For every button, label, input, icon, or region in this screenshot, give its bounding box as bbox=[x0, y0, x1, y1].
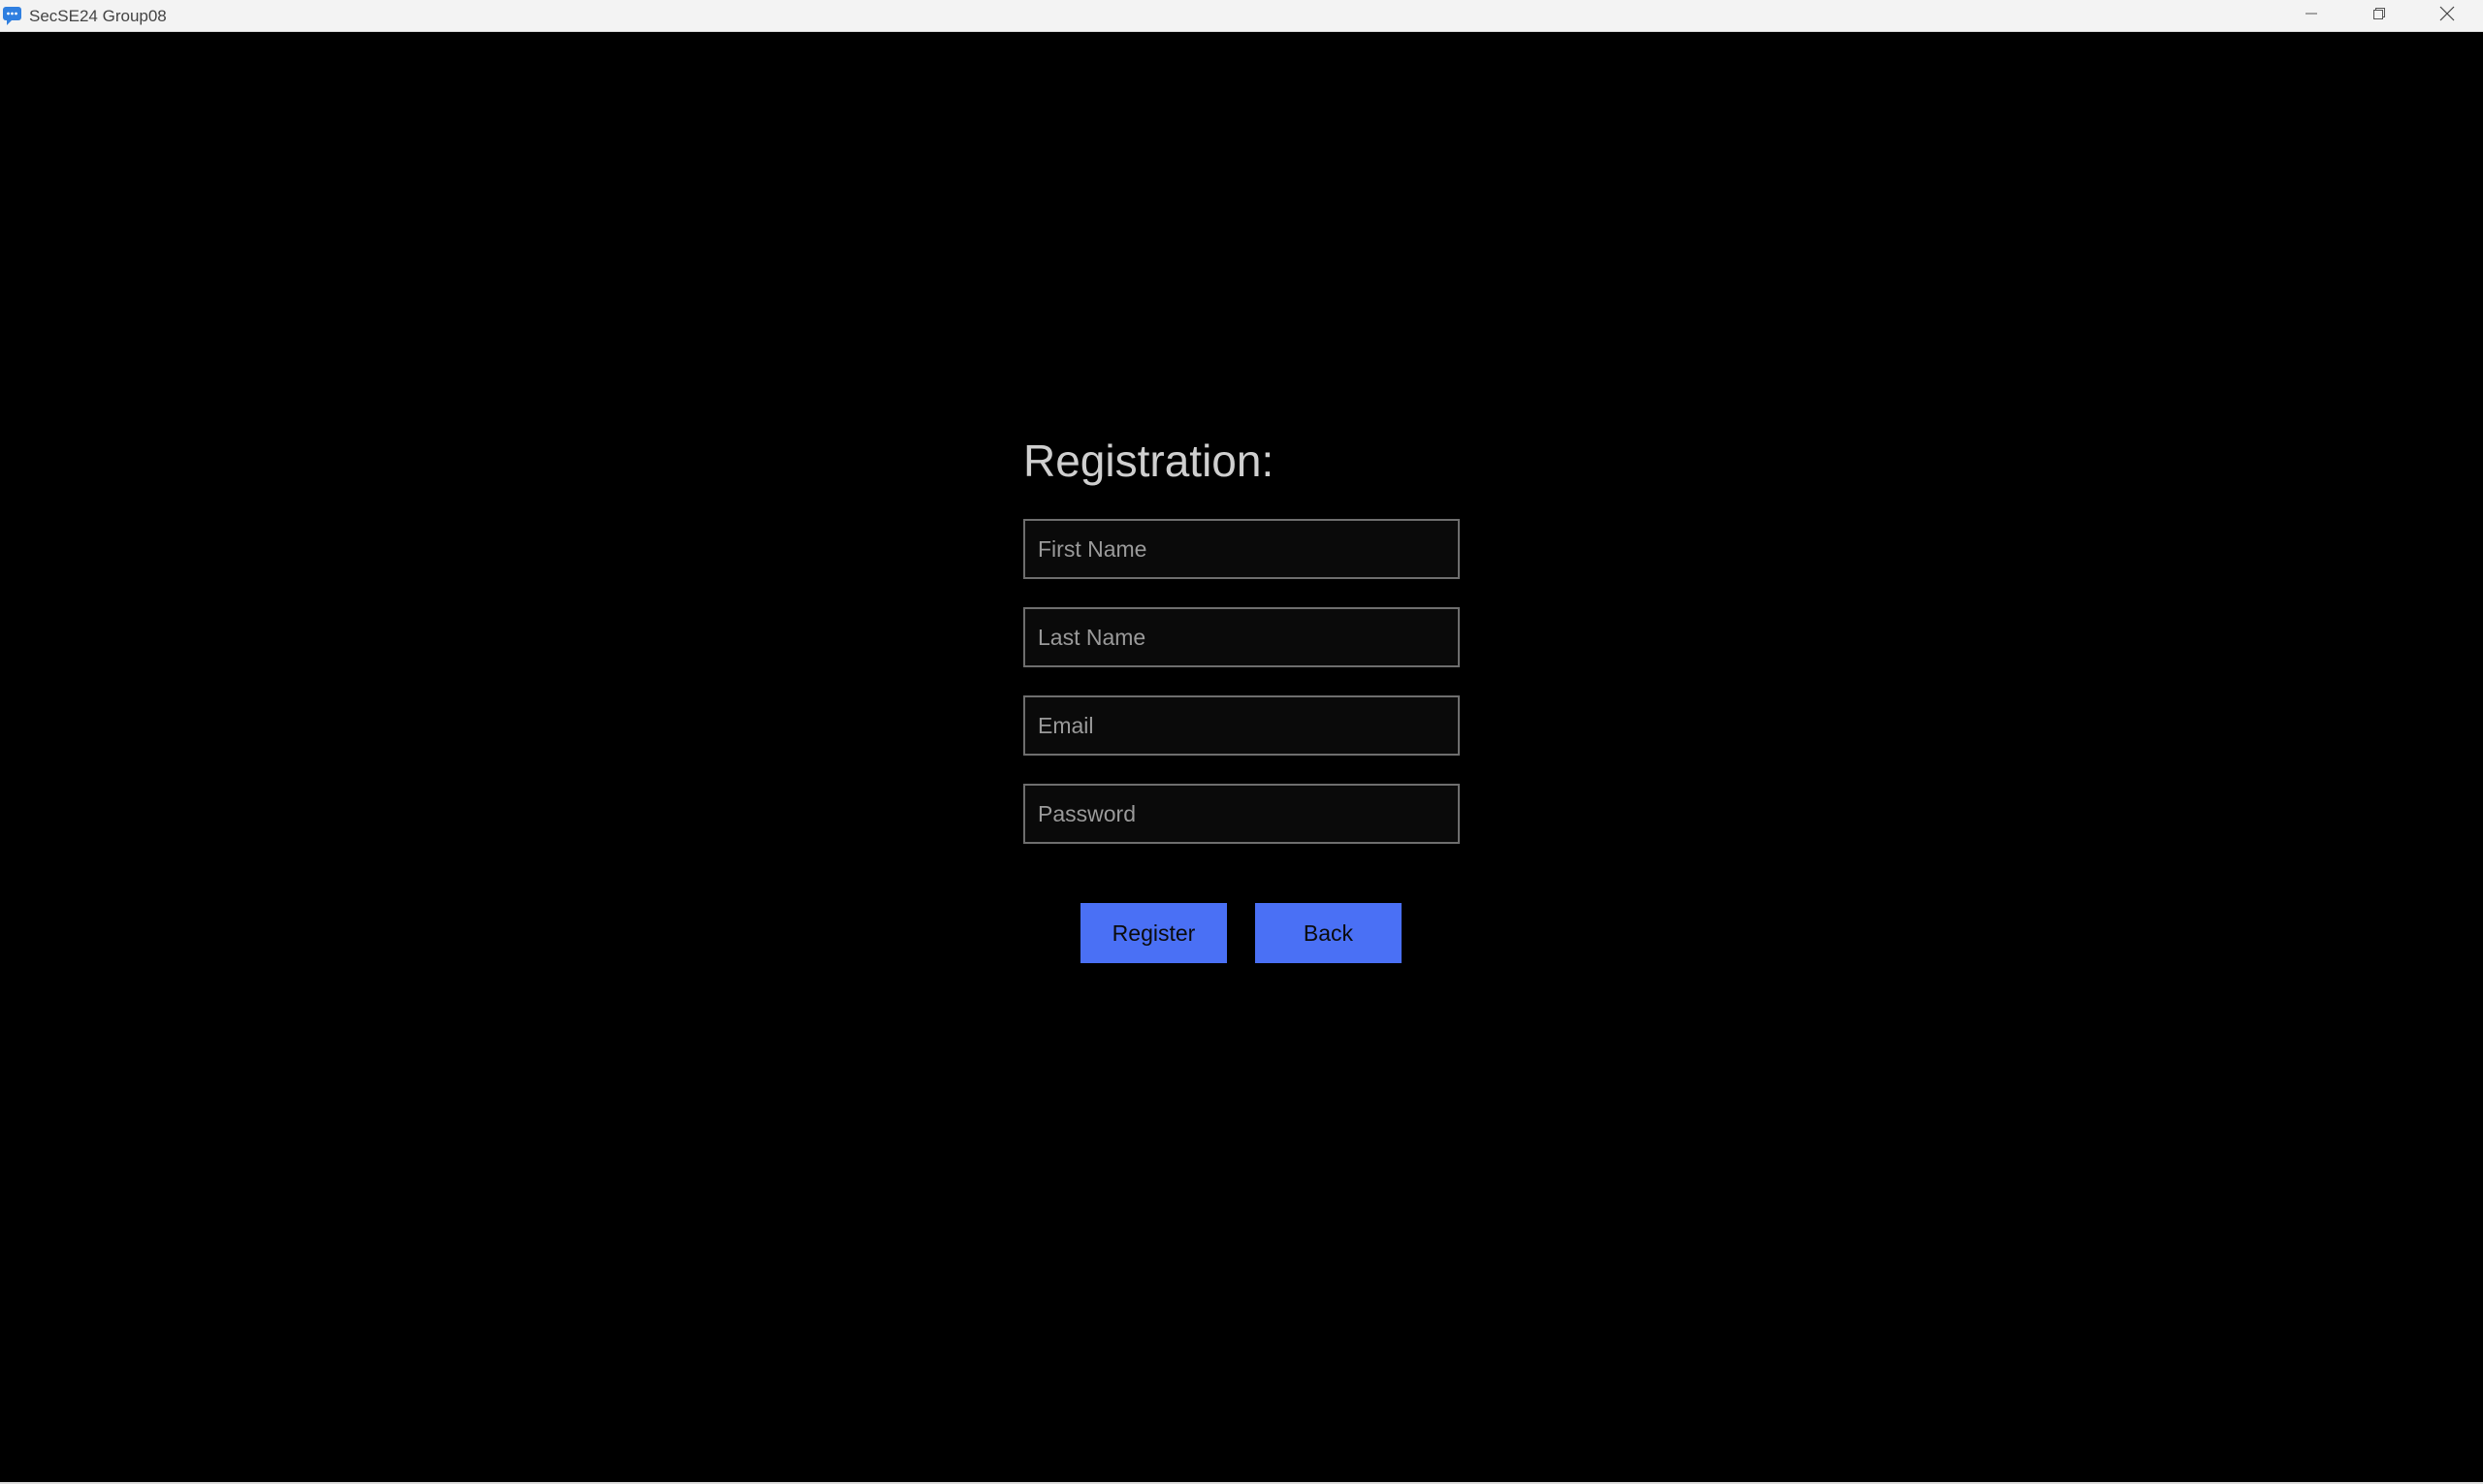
restore-icon bbox=[2372, 7, 2386, 25]
page-title: Registration: bbox=[1023, 436, 1274, 486]
password-input[interactable] bbox=[1023, 784, 1460, 844]
app-window: SecSE24 Group08 Registration: First Name… bbox=[0, 0, 2483, 1484]
close-icon bbox=[2439, 6, 2455, 26]
close-button[interactable] bbox=[2413, 0, 2481, 32]
first-name-input[interactable] bbox=[1023, 519, 1460, 579]
back-button[interactable]: Back bbox=[1255, 903, 1402, 963]
email-input[interactable] bbox=[1023, 695, 1460, 756]
last-name-input[interactable] bbox=[1023, 607, 1460, 667]
window-title: SecSE24 Group08 bbox=[29, 7, 167, 25]
register-button[interactable]: Register bbox=[1080, 903, 1227, 963]
chat-bubble-icon bbox=[2, 5, 23, 26]
restore-button[interactable] bbox=[2345, 0, 2413, 32]
registration-view: Registration: Register Back bbox=[0, 32, 2483, 1482]
minimize-button[interactable] bbox=[2277, 0, 2345, 32]
title-bar[interactable]: SecSE24 Group08 bbox=[0, 0, 2483, 32]
minimize-icon bbox=[2305, 7, 2318, 25]
